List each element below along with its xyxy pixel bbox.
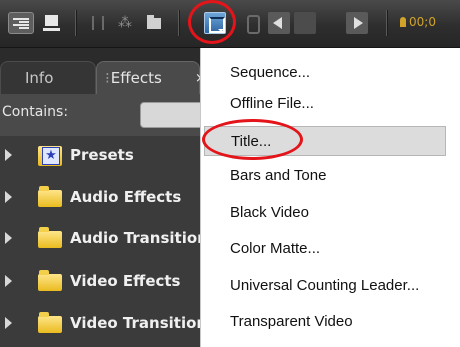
tree-item-label: Presets — [70, 146, 134, 164]
tab-effects[interactable]: ⁝Effects × — [96, 61, 206, 94]
blank-button[interactable] — [294, 12, 316, 34]
folder-icon — [38, 227, 62, 248]
trash-icon[interactable] — [244, 12, 260, 34]
tree-item-label: Audio Effects — [70, 188, 182, 206]
highlight-ring — [188, 0, 236, 44]
contains-label: Contains: — [2, 104, 69, 120]
folder-icon — [38, 312, 62, 333]
icon-view-icon[interactable] — [42, 12, 62, 34]
triangle-left-icon[interactable] — [268, 12, 290, 34]
tab-info[interactable]: Info — [0, 61, 96, 94]
chevron-right-icon[interactable] — [5, 317, 12, 329]
menu-item-universal-counting-leader[interactable]: Universal Counting Leader... — [201, 271, 446, 301]
menu-item-color-matte[interactable]: Color Matte... — [201, 234, 446, 264]
timecode-value: 00;0 — [409, 15, 436, 29]
chevron-right-icon[interactable] — [5, 191, 12, 203]
marker-icon — [400, 17, 406, 27]
folder-icon[interactable] — [145, 12, 163, 34]
tree-item-audio-effects[interactable]: Audio Effects — [0, 178, 200, 218]
tree-item-label: Video Transitions — [70, 314, 200, 332]
toolbar-divider — [178, 10, 180, 36]
triangle-right-icon[interactable] — [346, 12, 368, 34]
highlight-ring — [202, 119, 303, 160]
effects-panel: Info ⁝Effects × Contains: Presets Audio … — [0, 48, 206, 347]
menu-item-sequence[interactable]: Sequence... — [201, 58, 446, 88]
folder-icon — [38, 186, 62, 207]
folder-icon — [38, 270, 62, 291]
tree-item-video-transitions[interactable]: Video Transitions — [0, 304, 200, 344]
tree-item-audio-transitions[interactable]: Audio Transitions — [0, 219, 200, 259]
chevron-right-icon[interactable] — [5, 149, 12, 161]
toolbar-divider — [75, 10, 77, 36]
tab-strip: Info ⁝Effects × — [0, 48, 206, 94]
tab-effects-label: Effects — [110, 69, 162, 87]
binoculars-icon[interactable]: ⁂ — [116, 12, 134, 34]
menu-item-bars-and-tone[interactable]: Bars and Tone — [201, 161, 446, 191]
project-toolbar: ⁂ 00;0 — [0, 0, 460, 48]
tab-info-label: Info — [25, 69, 54, 87]
timecode-display[interactable]: 00;0 — [400, 15, 460, 35]
tree-item-label: Audio Transitions — [70, 229, 200, 247]
presets-folder-icon — [38, 146, 62, 166]
menu-item-transparent-video[interactable]: Transparent Video — [201, 307, 446, 337]
chevron-right-icon[interactable] — [5, 275, 12, 287]
tree-item-label: Video Effects — [70, 272, 181, 290]
toolbar-divider — [386, 10, 388, 36]
chevron-right-icon[interactable] — [5, 232, 12, 244]
search-input[interactable] — [140, 102, 202, 128]
search-row: Contains: — [0, 94, 202, 136]
tree-item-presets[interactable]: Presets — [0, 136, 200, 176]
menu-item-offline-file[interactable]: Offline File... — [201, 89, 446, 119]
list-view-icon[interactable] — [8, 12, 34, 34]
grip-icon: ⁝ — [105, 69, 110, 87]
tree-item-video-effects[interactable]: Video Effects — [0, 262, 200, 302]
menu-item-black-video[interactable]: Black Video — [201, 198, 446, 228]
automate-icon[interactable] — [88, 12, 104, 34]
new-item-menu: Sequence... Offline File... Title... Bar… — [200, 48, 446, 347]
